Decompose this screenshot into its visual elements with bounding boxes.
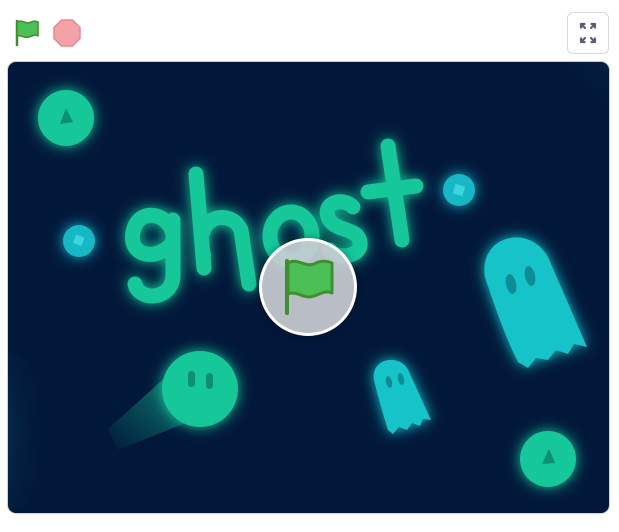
corner-glow [529, 62, 609, 142]
fullscreen-icon [579, 22, 597, 44]
stop-sign-icon [53, 19, 81, 47]
player-controls [0, 0, 619, 62]
green-flag-icon [15, 19, 39, 47]
green-flag-overlay[interactable] [259, 238, 357, 336]
project-player: ghost [0, 0, 619, 532]
logo-dot [197, 248, 211, 262]
small-ghost [373, 359, 431, 434]
green-flag-icon [285, 259, 334, 315]
fullscreen-button[interactable] [567, 12, 609, 54]
orb-top-left [38, 90, 94, 146]
orb-bottom-right [520, 431, 576, 487]
stage[interactable]: ghost [8, 62, 609, 513]
orb-small-right [443, 174, 475, 206]
green-flag-button[interactable] [10, 17, 42, 49]
ghost-ball [162, 351, 238, 427]
orb-small-left [63, 225, 95, 257]
side-glow [8, 352, 48, 512]
large-ghost [484, 237, 587, 368]
stop-button[interactable] [52, 18, 82, 48]
